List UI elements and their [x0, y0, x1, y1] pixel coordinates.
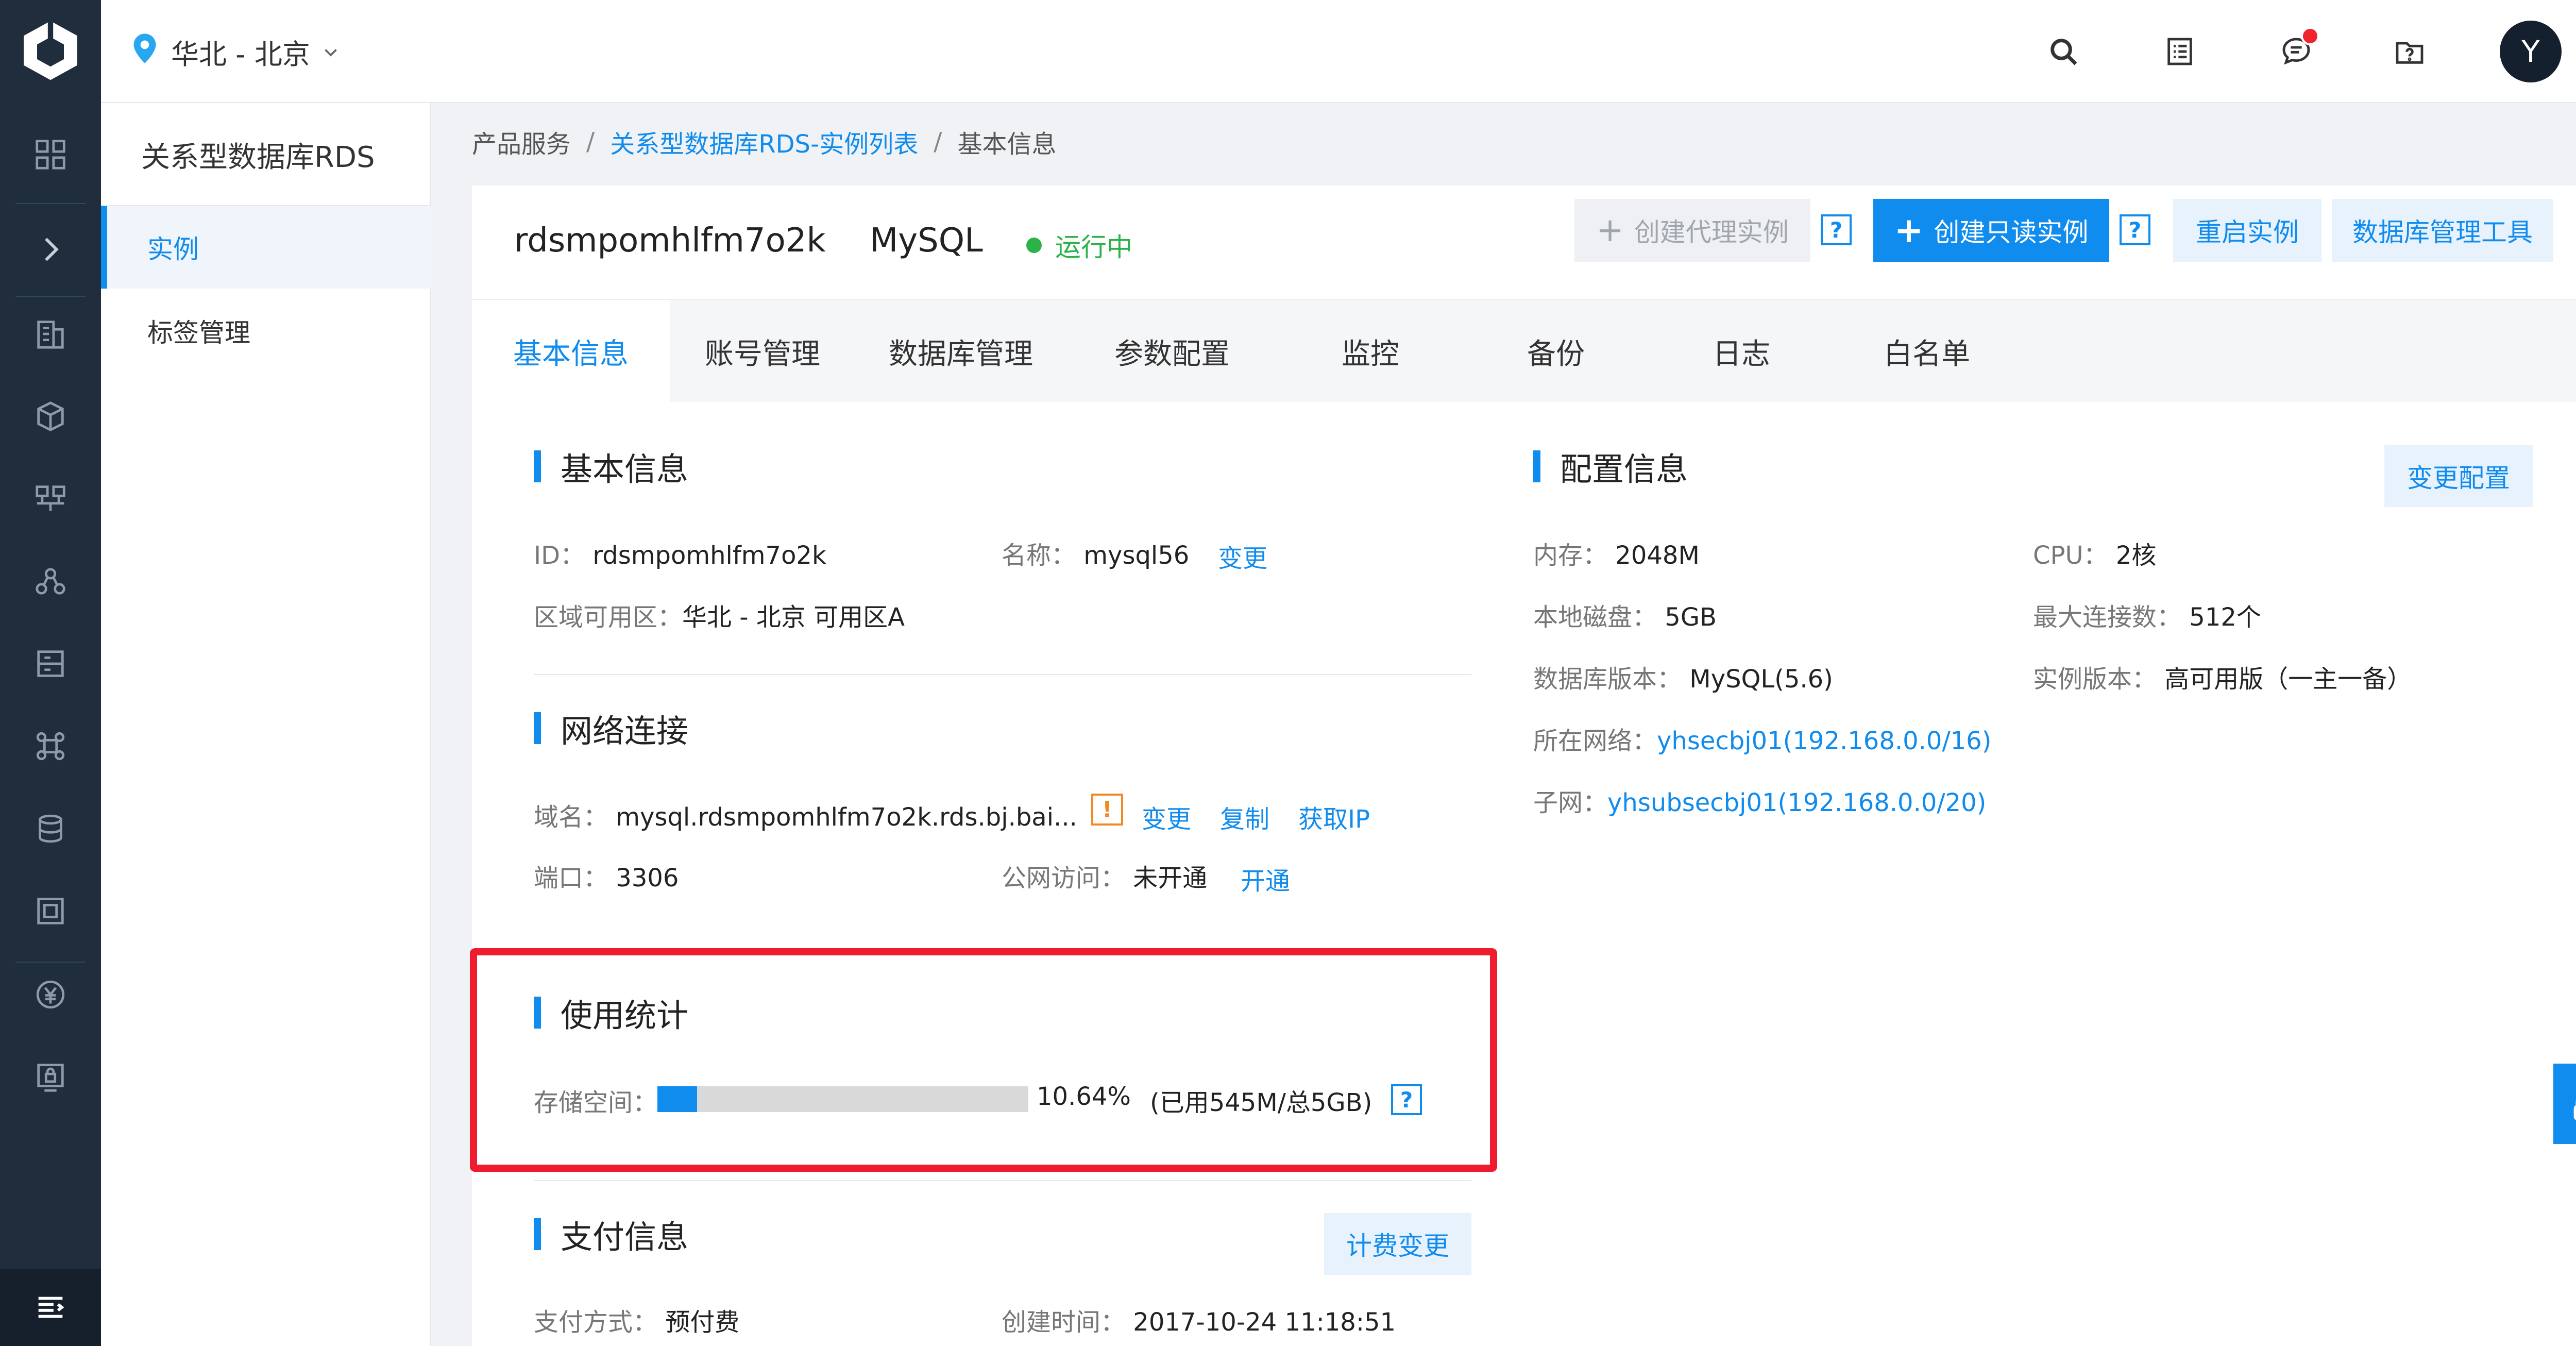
status-text: 运行中	[1055, 232, 1132, 262]
tab-monitoring[interactable]: 监控	[1278, 300, 1463, 403]
vpc-field: 所在网络：yhsecbj01(192.168.0.0/16)	[1533, 727, 1992, 755]
sidebar-item-instances[interactable]: 实例	[101, 206, 431, 289]
db-management-tool-button[interactable]: 数据库管理工具	[2332, 199, 2553, 262]
storage-icon[interactable]	[0, 633, 101, 695]
cube-icon[interactable]	[0, 385, 101, 447]
avatar-chevron-down-icon[interactable]	[2574, 42, 2576, 63]
database-icon[interactable]	[0, 798, 101, 860]
breadcrumb-root: 产品服务	[472, 130, 571, 159]
location-pin-icon	[132, 32, 158, 71]
avatar[interactable]: Y	[2500, 21, 2562, 82]
change-billing-button[interactable]: 计费变更	[1324, 1213, 1471, 1275]
tab-logs[interactable]: 日志	[1649, 300, 1834, 403]
instance-name-field: 名称： mysql56	[1002, 541, 1190, 570]
instance-tabs: 基本信息 账号管理 数据库管理 参数配置 监控 备份 日志 白名单	[472, 299, 2576, 403]
collapse-menu-icon[interactable]	[0, 1269, 101, 1346]
sidebar-item-tag-management[interactable]: 标签管理	[101, 290, 431, 372]
plus-icon: +	[1894, 210, 1924, 251]
memory-field: 内存： 2048M	[1533, 541, 1700, 570]
tab-parameter-config[interactable]: 参数配置	[1066, 300, 1278, 403]
domain-field: 域名： mysql.rdsmpomhlfm7o2k.rds.bj.bai...	[534, 803, 1077, 832]
document-list-icon[interactable]	[2157, 28, 2203, 75]
logo-icon[interactable]	[0, 0, 101, 101]
region-selector[interactable]: 华北 - 北京	[132, 31, 340, 72]
port-field: 端口： 3306	[534, 864, 679, 893]
breadcrumb-current: 基本信息	[957, 130, 1057, 159]
notification-dot	[2301, 27, 2319, 45]
left-rail	[0, 0, 101, 1346]
plus-icon: +	[1596, 211, 1624, 249]
enable-public-access-link[interactable]: 开通	[1241, 861, 1290, 897]
max-connections-field: 最大连接数： 512个	[2033, 603, 2261, 632]
change-domain-link[interactable]: 变更	[1142, 799, 1191, 835]
product-title: 关系型数据库RDS	[141, 141, 375, 174]
instance-id-field: ID： rdsmpomhlfm7o2k	[534, 541, 826, 570]
instance-version-field: 实例版本： 高可用版（一主一备）	[2033, 665, 2412, 694]
breadcrumb-instance-list-link[interactable]: 关系型数据库RDS-实例列表	[610, 124, 918, 160]
copy-domain-link[interactable]: 复制	[1220, 799, 1269, 835]
billing-yen-icon[interactable]	[0, 964, 101, 1025]
network-section-title: 网络连接	[534, 705, 688, 751]
instance-header: rdsmpomhlfm7o2k MySQL 运行中 + 创建代理实例 ? + 创…	[472, 186, 2576, 299]
network-icon[interactable]	[0, 468, 101, 530]
create-proxy-button[interactable]: + 创建代理实例	[1574, 199, 1810, 262]
building-icon[interactable]	[0, 303, 101, 365]
user-group-icon[interactable]	[0, 550, 101, 612]
readonly-help-icon[interactable]: ?	[2120, 214, 2150, 245]
tab-database-management[interactable]: 数据库管理	[855, 300, 1066, 403]
domain-warning-icon[interactable]: !	[1091, 794, 1123, 826]
expand-chevron-icon[interactable]	[0, 218, 101, 280]
chevron-down-icon	[321, 36, 340, 68]
usage-highlight-box	[470, 948, 1497, 1172]
customer-service-button[interactable]	[2553, 1064, 2576, 1144]
instance-detail-card: rdsmpomhlfm7o2k MySQL 运行中 + 创建代理实例 ? + 创…	[472, 186, 2576, 1346]
cpu-field: CPU： 2核	[2033, 541, 2157, 570]
breadcrumb: 产品服务 / 关系型数据库RDS-实例列表 / 基本信息	[472, 124, 1056, 160]
security-lock-icon[interactable]	[0, 1046, 101, 1108]
subnet-link[interactable]: yhsubsecbj01(192.168.0.0/20)	[1607, 788, 1986, 817]
created-time-field: 创建时间： 2017-10-24 11:18:51	[1002, 1308, 1396, 1337]
product-sidebar: 关系型数据库RDS 实例 标签管理	[101, 103, 431, 1346]
proxy-help-icon[interactable]: ?	[1821, 214, 1852, 245]
help-folder-icon[interactable]	[2386, 28, 2433, 75]
vpc-link[interactable]: yhsecbj01(192.168.0.0/16)	[1657, 727, 1991, 755]
change-config-button[interactable]: 变更配置	[2384, 445, 2533, 507]
status-badge: 运行中	[1026, 227, 1132, 264]
zone-field: 区域可用区：华北 - 北京 可用区A	[534, 603, 905, 632]
public-access-field: 公网访问： 未开通	[1002, 864, 1208, 893]
instance-id-title: rdsmpomhlfm7o2k	[514, 222, 826, 260]
create-readonly-button[interactable]: + 创建只读实例	[1873, 199, 2109, 262]
status-dot-icon	[1026, 238, 1042, 253]
db-version-field: 数据库版本： MySQL(5.6)	[1533, 665, 1833, 694]
headset-icon	[2570, 1079, 2576, 1129]
region-label: 华北 - 北京	[171, 38, 310, 71]
top-bar: 华北 - 北京 Y	[101, 0, 2576, 103]
command-icon[interactable]	[0, 715, 101, 777]
subnet-field: 子网：yhsubsecbj01(192.168.0.0/20)	[1533, 788, 1987, 817]
tab-backup[interactable]: 备份	[1463, 300, 1649, 403]
monitor-frame-icon[interactable]	[0, 880, 101, 942]
change-name-link[interactable]: 变更	[1218, 538, 1267, 574]
tab-account-management[interactable]: 账号管理	[670, 300, 855, 403]
tab-basic-info[interactable]: 基本信息	[472, 300, 670, 403]
get-ip-link[interactable]: 获取IP	[1298, 799, 1370, 835]
instance-engine: MySQL	[870, 222, 983, 260]
basic-info-section-title: 基本信息	[534, 443, 688, 490]
dashboard-icon[interactable]	[0, 124, 101, 186]
disk-field: 本地磁盘： 5GB	[1533, 603, 1717, 632]
search-icon[interactable]	[2040, 28, 2087, 75]
payment-section-title: 支付信息	[534, 1211, 688, 1257]
restart-instance-button[interactable]: 重启实例	[2173, 199, 2321, 262]
payment-method-field: 支付方式： 预付费	[534, 1308, 740, 1337]
config-section-title: 配置信息	[1533, 443, 1688, 490]
tab-whitelist[interactable]: 白名单	[1834, 300, 2020, 403]
